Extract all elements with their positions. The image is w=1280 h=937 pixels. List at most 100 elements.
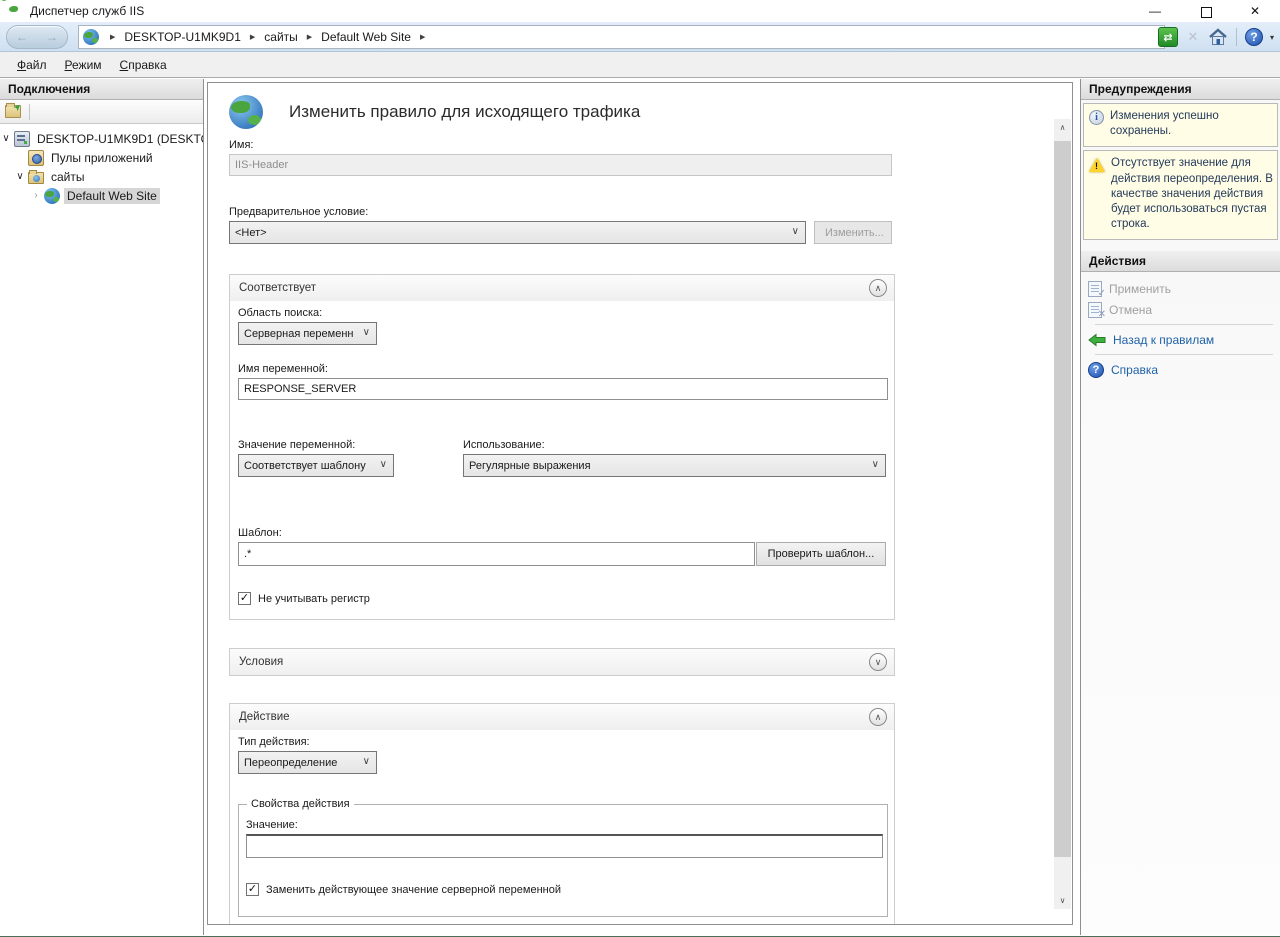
match-section-header[interactable]: Соответствует ∧ (230, 275, 894, 301)
close-button[interactable]: ✕ (1230, 0, 1280, 22)
tree-item-label[interactable]: Пулы приложений (48, 150, 156, 166)
breadcrumb-arrow-icon: ▶ (103, 33, 122, 41)
chevron-down-icon[interactable]: ∨ (14, 171, 26, 182)
variable-value-select[interactable]: Соответствует шаблону ∨ (238, 454, 394, 477)
conditions-section: Условия ∨ (229, 648, 895, 676)
action-type-select[interactable]: Переопределение ∨ (238, 751, 377, 774)
chevron-up-icon: ∧ (875, 712, 882, 723)
restore-button[interactable] (1180, 0, 1230, 22)
scroll-down-button[interactable]: ∨ (1054, 892, 1071, 909)
scope-label: Область поиска: (238, 307, 886, 319)
breadcrumb-arrow-icon: ▶ (413, 33, 432, 41)
ignore-case-checkbox[interactable]: ✓ (238, 592, 251, 605)
page-globe-icon (229, 95, 263, 129)
using-select[interactable]: Регулярные выражения ∨ (463, 454, 886, 477)
test-pattern-button[interactable]: Проверить шаблон... (756, 542, 886, 566)
action-section-header[interactable]: Действие ∧ (230, 704, 894, 730)
chevron-down-icon: ∨ (875, 657, 882, 668)
page-header: Изменить правило для исходящего трафика (229, 95, 1072, 129)
precondition-label: Предварительное условие: (229, 206, 1072, 218)
sites-folder-icon (28, 172, 44, 184)
action-section: Действие ∧ Тип действия: Переопределение… (229, 703, 895, 925)
tree-item-app-pools[interactable]: Пулы приложений (14, 148, 203, 167)
help-link[interactable]: ? Справка (1088, 359, 1280, 380)
conditions-section-title: Условия (239, 656, 283, 668)
pattern-label: Шаблон: (238, 527, 886, 539)
tree-item-label-selected[interactable]: Default Web Site (64, 188, 160, 204)
help-icon[interactable]: ? (1245, 28, 1263, 46)
breadcrumb-default-web-site[interactable]: Default Web Site (319, 30, 413, 44)
cancel-action: ✕ Отмена (1088, 299, 1280, 320)
forward-nav-icon[interactable]: → (46, 30, 58, 44)
cancel-icon: ✕ (1088, 302, 1102, 318)
value-input[interactable] (246, 834, 883, 858)
tree-item-default-web-site[interactable]: › Default Web Site (30, 186, 203, 205)
variable-value: Соответствует шаблону (244, 460, 366, 472)
scroll-up-button[interactable]: ∧ (1054, 119, 1071, 136)
toolbar-separator (1236, 28, 1237, 46)
replace-value-label: Заменить действующее значение серверной … (266, 884, 561, 896)
site-globe-icon (83, 29, 99, 45)
scroll-up-icon: ∧ (1060, 123, 1066, 132)
value-label: Значение: (246, 819, 880, 831)
expand-icon[interactable]: ∨ (869, 653, 887, 671)
precondition-value: <Нет> (235, 227, 267, 239)
collapse-icon[interactable]: ∧ (869, 708, 887, 726)
minimize-button[interactable]: — (1130, 0, 1180, 22)
breadcrumb-sites[interactable]: сайты (262, 30, 300, 44)
using-label: Использование: (463, 439, 886, 451)
right-panel: Предупреждения i Изменения успешно сохра… (1080, 79, 1280, 935)
collapse-icon[interactable]: ∧ (869, 279, 887, 297)
check-icon: ✓ (248, 883, 257, 895)
create-connection-icon[interactable] (5, 105, 21, 118)
back-to-rules-label[interactable]: Назад к правилам (1113, 333, 1214, 347)
chevron-up-icon: ∧ (875, 283, 882, 294)
tree-item-sites[interactable]: ∨ сайты (14, 167, 203, 186)
action-type-value: Переопределение (244, 757, 337, 769)
match-section-body: Область поиска: Серверная переменн ∨ Имя… (230, 301, 894, 619)
home-icon[interactable] (1208, 28, 1228, 46)
breadcrumb-bar[interactable]: ▶ DESKTOP-U1MK9D1 ▶ сайты ▶ Default Web … (78, 25, 1165, 49)
menu-view[interactable]: Режим (56, 55, 111, 75)
precondition-select[interactable]: <Нет> ∨ (229, 221, 806, 244)
chevron-down-icon[interactable]: ∨ (0, 133, 12, 144)
apply-icon: ✓ (1088, 281, 1102, 297)
pattern-input[interactable] (238, 542, 755, 566)
help-label[interactable]: Справка (1111, 363, 1158, 377)
separator (1095, 324, 1273, 325)
tree-item-server[interactable]: ∨ DESKTOP-U1MK9D1 (DESKTOP (0, 129, 203, 148)
tree-item-label[interactable]: сайты (48, 169, 88, 185)
chevron-right-icon[interactable]: › (30, 190, 42, 201)
replace-value-checkbox[interactable]: ✓ (246, 883, 259, 896)
info-icon: i (1089, 110, 1104, 125)
scrollbar-thumb[interactable] (1054, 141, 1071, 857)
scope-select[interactable]: Серверная переменн ∨ (238, 322, 377, 345)
actions-header: Действия (1081, 251, 1280, 272)
chevron-down-icon: ∨ (363, 756, 370, 767)
window-title: Диспетчер служб IIS (30, 4, 144, 18)
ignore-case-label: Не учитывать регистр (258, 593, 370, 605)
menu-file[interactable]: Файл (8, 55, 56, 75)
scope-value: Серверная переменн (244, 328, 353, 340)
chevron-down-icon: ∨ (380, 459, 387, 470)
variable-name-input[interactable] (238, 378, 888, 400)
stop-icon: ✕ (1184, 28, 1202, 46)
vertical-scrollbar[interactable]: ∧ ∨ (1054, 119, 1071, 909)
restart-icon[interactable]: ⇄ (1158, 27, 1178, 47)
alert-warning: ! Отсутствует значение для действия пере… (1083, 150, 1278, 240)
name-label: Имя: (229, 139, 1072, 151)
back-to-rules-link[interactable]: Назад к правилам (1088, 329, 1280, 350)
main-area: Подключения ∨ DESKTOP-U1MK9D1 (DESKTOP П… (0, 79, 1280, 935)
page-title: Изменить правило для исходящего трафика (289, 102, 640, 122)
help-dropdown-icon[interactable]: ▾ (1270, 33, 1274, 42)
conditions-section-header[interactable]: Условия ∨ (230, 649, 894, 675)
tree-item-label[interactable]: DESKTOP-U1MK9D1 (DESKTOP (34, 131, 203, 147)
breadcrumb-server[interactable]: DESKTOP-U1MK9D1 (122, 30, 242, 44)
toolbar-icons: ⇄ ✕ ? ▾ (1158, 25, 1274, 49)
back-nav-icon[interactable]: ← (16, 30, 28, 44)
server-icon (14, 131, 30, 147)
action-properties-group: Свойства действия Значение: ✓ Заменить д… (238, 804, 888, 917)
breadcrumb-arrow-icon: ▶ (243, 33, 262, 41)
menu-help[interactable]: Справка (111, 55, 176, 75)
variable-name-label: Имя переменной: (238, 363, 886, 375)
